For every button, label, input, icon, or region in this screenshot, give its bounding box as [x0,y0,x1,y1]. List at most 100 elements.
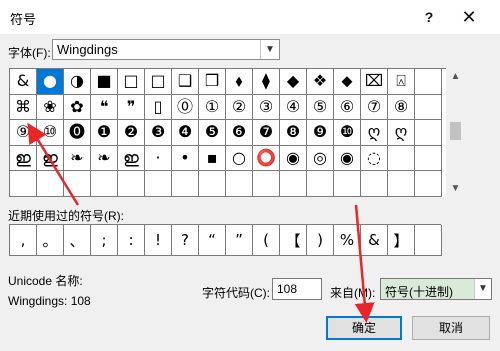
symbol-cell[interactable]: ① [199,94,226,121]
symbol-cell[interactable]: ⧫ [253,69,280,95]
recent-symbol-cell[interactable]: 、 [64,225,91,256]
symbol-cell[interactable]: ⑥ [334,94,361,121]
symbol-cell[interactable]: ღ [388,120,415,146]
symbol-cell[interactable]: ❻ [226,120,253,146]
symbol-cell[interactable]: ❷ [118,120,145,146]
symbol-cell[interactable]: ღ [361,120,388,146]
close-icon[interactable]: ✕ [456,5,482,29]
recent-symbol-cell[interactable] [415,225,442,256]
symbol-cell[interactable]: ④ [280,94,307,121]
recent-symbol-cell[interactable]: : [118,225,145,256]
symbol-cell[interactable]: ⓪ [172,94,199,121]
symbol-cell[interactable]: ⭕ [253,145,280,172]
symbol-cell[interactable]: ❖ [307,69,334,95]
symbol-cell[interactable]: ❺ [199,120,226,146]
symbol-cell[interactable]: ⬥ [334,69,361,95]
symbol-cell[interactable] [280,171,307,197]
symbol-cell[interactable]: ❽ [280,120,307,146]
from-select[interactable]: 符号(十进制) ▼ [380,278,492,300]
symbol-cell[interactable] [37,171,64,197]
cancel-button[interactable]: 取消 [412,316,490,340]
symbol-cell[interactable] [415,94,442,121]
symbol-cell[interactable]: ❾ [307,120,334,146]
recent-symbol-cell[interactable]: & [361,225,388,256]
symbol-cell[interactable]: ⑧ [388,94,415,121]
recent-symbol-cell[interactable]: % [334,225,361,256]
symbol-cell[interactable] [172,171,199,197]
symbol-cell[interactable]: ⑨ [10,120,37,146]
symbol-cell[interactable] [388,171,415,197]
symbol-cell[interactable] [10,171,37,197]
recent-symbol-cell[interactable]: ) [307,225,334,256]
symbol-cell[interactable]: ● [37,69,64,95]
symbol-cell[interactable]: ❑ [172,69,199,95]
help-icon[interactable]: ? [416,5,442,29]
symbol-cell[interactable]: ⌘ [10,94,37,121]
char-code-input[interactable]: 108 [272,278,322,300]
symbol-cell[interactable]: □ [118,69,145,95]
symbol-cell[interactable]: ❿ [334,120,361,146]
recent-symbol-cell[interactable]: 【 [280,225,307,256]
symbol-cell[interactable]: • [172,145,199,172]
recent-symbol-cell[interactable]: ? [172,225,199,256]
symbol-cell[interactable]: ❼ [253,120,280,146]
recent-symbol-cell[interactable]: “ [199,225,226,256]
symbol-cell[interactable]: ⑦ [361,94,388,121]
symbol-cell[interactable]: ⑤ [307,94,334,121]
symbol-cell[interactable] [118,171,145,197]
scroll-down-icon[interactable]: ▼ [447,180,464,197]
recent-symbol-cell[interactable]: ” [226,225,253,256]
symbol-cell[interactable]: ○ [226,145,253,172]
recent-symbol-cell[interactable]: 】 [388,225,415,256]
symbol-cell[interactable] [226,171,253,197]
symbol-cell[interactable]: ⑩ [37,120,64,146]
symbol-cell[interactable] [91,171,118,197]
symbol-cell[interactable]: ② [226,94,253,121]
symbol-cell[interactable] [334,171,361,197]
symbol-cell[interactable] [361,171,388,197]
chevron-down-icon[interactable]: ▼ [474,279,491,299]
symbol-cell[interactable] [415,120,442,146]
symbol-cell[interactable] [253,171,280,197]
symbol-cell[interactable]: ❧ [91,145,118,172]
font-select[interactable]: Wingdings ▼ [52,39,280,60]
symbol-cell[interactable] [415,69,442,95]
symbol-cell[interactable]: ③ [253,94,280,121]
scrollbar-thumb[interactable] [450,122,461,140]
symbol-cell[interactable]: ◑ [64,69,91,95]
symbol-cell[interactable]: ▯ [145,94,172,121]
symbol-cell[interactable] [199,171,226,197]
symbol-cell[interactable] [415,145,442,172]
symbol-cell[interactable]: ഇ [10,145,37,172]
symbol-cell[interactable]: ❧ [64,145,91,172]
symbol-grid-scrollbar[interactable]: ▲ ▼ [447,68,464,197]
symbol-cell[interactable]: ❀ [37,94,64,121]
recent-symbol-cell[interactable]: ; [91,225,118,256]
symbol-cell[interactable] [307,171,334,197]
symbol-cell[interactable] [415,171,442,197]
symbol-cell[interactable]: ◆ [280,69,307,95]
recent-symbol-cell[interactable]: ( [253,225,280,256]
symbol-cell[interactable]: ❞ [118,94,145,121]
symbol-cell[interactable]: ❝ [91,94,118,121]
recent-symbol-cell[interactable]: , [10,225,37,256]
chevron-down-icon[interactable]: ▼ [260,40,279,59]
symbol-cell[interactable]: ◉ [334,145,361,172]
symbol-cell[interactable]: ✿ [64,94,91,121]
symbol-cell[interactable]: ❶ [91,120,118,146]
recent-symbol-cell[interactable]: 。 [37,225,64,256]
symbol-cell[interactable]: ◌ [361,145,388,172]
symbol-cell[interactable] [388,145,415,172]
ok-button[interactable]: 确定 [326,316,402,340]
recent-symbol-cell[interactable]: ! [145,225,172,256]
symbol-cell[interactable]: ◉ [280,145,307,172]
symbol-cell[interactable]: ⍓ [388,69,415,95]
symbol-cell[interactable]: ⬧ [226,69,253,95]
symbol-cell[interactable]: ◎ [307,145,334,172]
symbol-cell[interactable]: ❒ [199,69,226,95]
symbol-cell[interactable]: & [10,69,37,95]
symbol-cell[interactable]: ■ [91,69,118,95]
symbol-cell[interactable]: ❸ [145,120,172,146]
symbol-cell[interactable]: ❹ [172,120,199,146]
symbol-cell[interactable] [145,171,172,197]
